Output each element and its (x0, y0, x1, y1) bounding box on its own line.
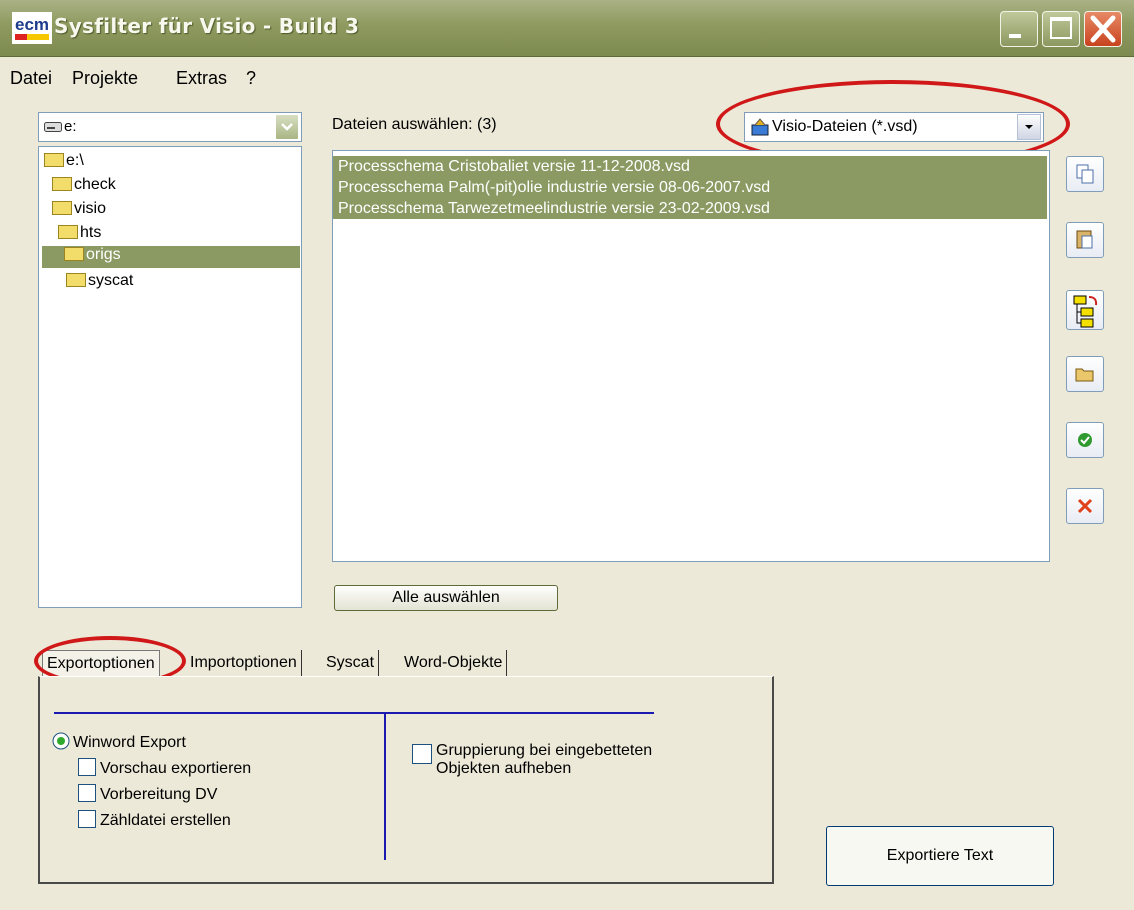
app-logo: ecm (12, 12, 52, 44)
copy-icon (1076, 164, 1094, 184)
tree-item-check[interactable]: check (52, 176, 116, 194)
checkbox-vorschau[interactable]: Vorschau exportieren (78, 758, 251, 778)
tree-item-syscat[interactable]: syscat (66, 272, 133, 290)
tree-item-origs[interactable]: origs (42, 246, 300, 268)
checkbox-icon (78, 784, 96, 802)
menu-extras[interactable]: Extras (176, 68, 227, 89)
copy-button[interactable] (1066, 156, 1104, 192)
file-list-item[interactable]: Processchema Tarwezetmeelindustrie versi… (333, 198, 1047, 219)
tree-refresh-button[interactable] (1066, 290, 1104, 330)
paste-button[interactable] (1066, 222, 1104, 258)
checkbox-icon (412, 744, 432, 764)
menu-projekte[interactable]: Projekte (72, 68, 138, 89)
chevron-down-icon (281, 123, 293, 131)
tab-syscat[interactable]: Syscat (322, 650, 380, 678)
checkbox-zaehldatei[interactable]: Zähldatei erstellen (78, 810, 231, 830)
maximize-icon (1050, 17, 1072, 39)
close-icon (1090, 15, 1116, 43)
ok-icon (1078, 433, 1092, 447)
drive-value: e: (64, 118, 77, 135)
files-label: Dateien auswählen: (3) (332, 116, 497, 133)
logo-text: ecm (15, 15, 49, 34)
export-text-button[interactable]: Exportiere Text (826, 826, 1054, 886)
drive-select[interactable] (38, 112, 302, 142)
open-folder-icon (44, 153, 64, 167)
select-all-button[interactable]: Alle auswählen (334, 585, 558, 611)
open-folder-button[interactable] (1066, 356, 1104, 392)
paste-icon (1076, 230, 1093, 249)
tree-item-root[interactable]: e:\ (44, 152, 84, 170)
open-folder-icon (58, 225, 78, 239)
folder-icon (66, 273, 86, 287)
divider-horizontal (54, 712, 654, 714)
cancel-button[interactable] (1066, 488, 1104, 524)
tab-word-objekte[interactable]: Word-Objekte (400, 650, 508, 678)
checkbox-gruppierung[interactable] (412, 744, 436, 766)
minimize-icon (1009, 34, 1021, 38)
menu-help[interactable]: ? (246, 68, 256, 89)
winword-export-radio[interactable]: Winword Export (52, 732, 186, 752)
file-list-item[interactable]: Processchema Palm(-pit)olie industrie ve… (333, 177, 1047, 198)
radio-checked-icon (52, 732, 70, 750)
tree-refresh-icon (1073, 295, 1098, 328)
minimize-button[interactable] (1000, 11, 1038, 47)
ok-button[interactable] (1066, 422, 1104, 458)
open-folder-icon (52, 177, 72, 191)
checkbox-icon (78, 810, 96, 828)
drive-icon (44, 120, 62, 138)
tab-importoptionen[interactable]: Importoptionen (186, 650, 302, 678)
cancel-icon (1077, 498, 1093, 514)
maximize-button[interactable] (1042, 11, 1080, 47)
menu-datei[interactable]: Datei (10, 68, 52, 89)
close-button[interactable] (1084, 11, 1122, 47)
window-title: Sysfilter für Visio - Build 3 (54, 14, 360, 38)
tree-item-visio[interactable]: visio (52, 200, 106, 218)
open-folder-icon (52, 201, 72, 215)
open-folder-icon (1075, 368, 1094, 382)
checkbox-icon (78, 758, 96, 776)
gruppierung-label: Gruppierung bei eingebetteten Objekten a… (436, 742, 653, 777)
open-folder-icon (64, 247, 84, 261)
file-list-item[interactable]: Processchema Cristobaliet versie 11-12-2… (333, 156, 1047, 177)
tab-panel-export (38, 676, 774, 884)
checkbox-vorbereitung[interactable]: Vorbereitung DV (78, 784, 217, 804)
tree-item-hts[interactable]: hts (58, 224, 101, 242)
divider-vertical (384, 712, 386, 860)
drive-dropdown-button[interactable] (275, 114, 299, 140)
